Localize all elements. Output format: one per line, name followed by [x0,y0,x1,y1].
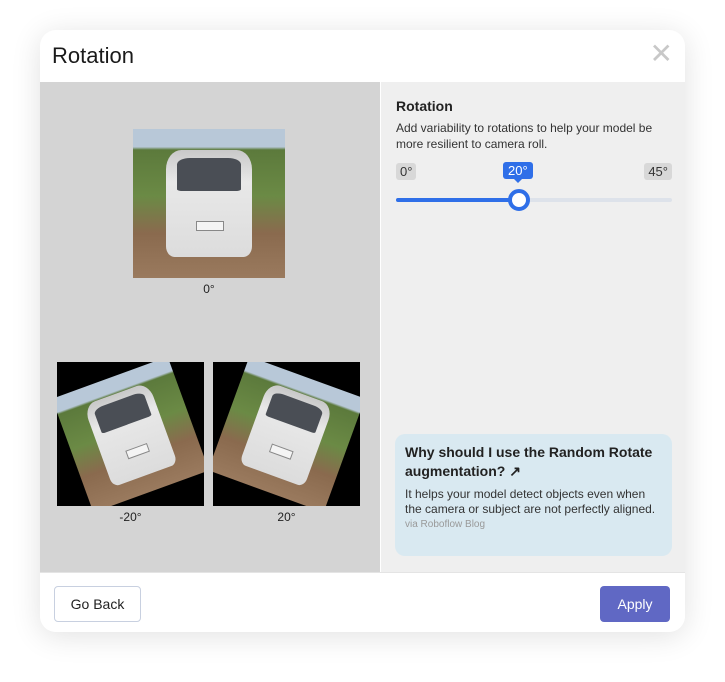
slider-max-label: 45° [644,163,672,180]
preview-label: -20° [119,510,142,524]
slider-thumb[interactable] [507,189,530,211]
info-card[interactable]: Why should I use the Random Rotate augme… [395,434,672,556]
close-icon[interactable]: ✕ [650,40,673,68]
info-card-body: It helps your model detect objects even … [405,487,656,516]
preview-panel: 0° -20° 20° [40,82,380,572]
preview-image-minus-20 [57,362,204,506]
settings-title: Rotation [396,98,453,114]
preview-image-plus-20 [213,362,360,506]
apply-button[interactable]: Apply [600,586,670,622]
external-link-icon[interactable]: ↗ [509,463,521,479]
modal-header: Rotation ✕ [40,30,685,82]
settings-description: Add variability to rotations to help you… [396,121,653,151]
slider-value-label: 20° [503,162,533,183]
slider-fill [396,198,519,202]
slider-min-label: 0° [396,163,417,180]
info-card-source: via Roboflow Blog [405,519,486,530]
rotation-modal: Rotation ✕ 0° -20° 20° Rotation Add vari… [40,30,685,632]
preview-label: 0° [203,282,215,296]
modal-title: Rotation [52,43,134,68]
preview-label: 20° [277,510,296,524]
preview-image-original [133,129,285,278]
go-back-button[interactable]: Go Back [54,586,141,622]
rotation-slider[interactable] [396,189,672,211]
info-card-title[interactable]: Why should I use the Random Rotate augme… [405,443,662,481]
info-card-title-text[interactable]: Why should I use the Random Rotate augme… [405,444,652,479]
modal-footer: Go Back Apply [40,572,685,632]
settings-panel: Rotation Add variability to rotations to… [381,82,685,572]
